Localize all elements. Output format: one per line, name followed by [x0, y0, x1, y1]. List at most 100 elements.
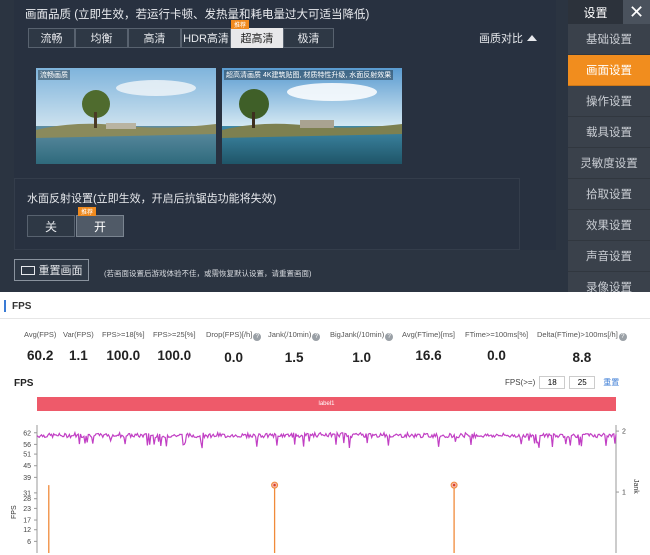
water-reflection-title: 水面反射设置(立即生效，开启后抗锯齿功能将失效) — [27, 193, 277, 205]
preview-ultra-label: 超高清画质 4K建筑贴图, 材质特性升级, 水面反射效果 — [224, 70, 394, 80]
preview-smooth-label: 流畅画质 — [38, 70, 70, 80]
menu-item-pickup[interactable]: 拾取设置 — [568, 179, 650, 210]
stat-fps-18: FPS>=18[%] 100.0 — [102, 330, 145, 363]
quality-option-ultra-hd[interactable]: 超高清 — [231, 28, 283, 48]
water-reflection-off-button[interactable]: 关 — [27, 215, 75, 237]
chevron-up-icon — [527, 35, 537, 41]
recommend-tag: 推荐 — [231, 20, 249, 29]
menu-item-sensitivity[interactable]: 灵敏度设置 — [568, 148, 650, 179]
stat-var-fps: Var(FPS) 1.1 — [63, 330, 94, 363]
water-reflection-on-button[interactable]: 开 — [76, 215, 124, 237]
stat-label: BigJank(/10min)? — [330, 330, 394, 341]
y-tick-label: 56 — [23, 442, 31, 449]
stat-value: 8.8 — [572, 350, 592, 365]
preview-smooth-image: 流畅画质 — [36, 68, 216, 164]
stat-label: FPS>=25[%] — [153, 330, 196, 339]
stat-value: 60.2 — [27, 348, 54, 363]
jank-marker-dot — [273, 483, 276, 487]
y-tick-label: 17 — [23, 518, 31, 525]
quality-option-hdr[interactable]: HDR高清 — [181, 28, 231, 48]
help-icon[interactable]: ? — [253, 333, 262, 341]
stat-label: Avg(FPS) — [24, 330, 57, 339]
label-bar[interactable]: label1 — [37, 397, 616, 411]
stat-label: FPS>=18[%] — [102, 330, 145, 339]
quality-compare-label: 画质对比 — [479, 33, 523, 45]
y2-tick-label: 2 — [622, 429, 626, 436]
stat-value: 100.0 — [157, 348, 192, 363]
menu-item-basic[interactable]: 基础设置 — [568, 24, 650, 55]
fps-threshold-input-1[interactable] — [539, 376, 566, 389]
fps-report: FPS Avg(FPS) 60.2 Var(FPS) 1.1 FPS>=18[%… — [0, 292, 650, 555]
stat-avg-ftime: Avg(FTime)[ms] 16.6 — [402, 330, 455, 363]
menu-item-graphics[interactable]: 画面设置 — [568, 55, 650, 86]
stat-ftime-100: FTime>=100ms[%] 0.0 — [465, 330, 528, 363]
quality-option-balanced[interactable]: 均衡 — [75, 28, 128, 48]
stat-bigjank: BigJank(/10min)? 1.0 — [330, 330, 394, 365]
y-tick-label: 31 — [23, 490, 31, 497]
stat-label: FTime>=100ms[%] — [465, 330, 529, 339]
quality-compare-toggle[interactable]: 画质对比 — [479, 30, 537, 46]
close-icon[interactable]: ✕ — [623, 0, 650, 24]
fps-chart-title: FPS — [14, 378, 34, 389]
y-axis-label: FPS — [11, 505, 18, 519]
fps-section-title: FPS — [12, 300, 32, 312]
fps-threshold-input-2[interactable] — [569, 376, 596, 389]
stat-value: 0.0 — [224, 350, 244, 365]
quality-header: 画面品质 (立即生效，若运行卡顿、发热量和耗电量过大可适当降低) — [25, 9, 370, 21]
jank-marker-dot — [452, 483, 456, 487]
stat-value: 100.0 — [106, 348, 141, 363]
stat-label: Jank(/10min)? — [268, 330, 321, 341]
y-tick-label: 12 — [23, 527, 31, 534]
stat-value: 1.0 — [352, 350, 371, 365]
stat-label: Delta(FTime)>100ms[/h]? — [537, 330, 627, 341]
help-icon[interactable]: ? — [618, 333, 627, 341]
y2-axis-label: Jank — [632, 479, 639, 494]
stat-value: 16.6 — [415, 348, 442, 363]
y-tick-label: 62 — [23, 430, 31, 437]
help-icon[interactable]: ? — [385, 333, 394, 341]
section-accent-bar — [4, 300, 6, 312]
stat-jank: Jank(/10min)? 1.5 — [268, 330, 321, 365]
preview-ultra-image: 超高清画质 4K建筑贴图, 材质特性升级, 水面反射效果 — [222, 68, 402, 164]
stat-value: 1.5 — [284, 350, 304, 365]
menu-item-controls[interactable]: 操作设置 — [568, 86, 650, 117]
reset-hint: (若画面设置后游戏体验不佳，或需恢复默认设置，请重置画面) — [104, 269, 312, 278]
stat-drop-fps: Drop(FPS)[/h]? 0.0 — [206, 330, 262, 365]
menu-item-sound[interactable]: 声音设置 — [568, 241, 650, 272]
reset-link[interactable]: 重置 — [603, 377, 619, 388]
help-icon[interactable]: ? — [312, 333, 321, 341]
settings-menu-header: 设置 ✕ — [568, 0, 650, 24]
stat-label: Var(FPS) — [63, 330, 94, 339]
preview-smooth-scene — [36, 68, 216, 164]
stat-label: Avg(FTime)[ms] — [402, 330, 455, 339]
y2-tick-label: 1 — [622, 490, 626, 497]
fps-section-header: FPS — [4, 298, 31, 314]
preview-ultra-scene — [222, 68, 402, 164]
game-settings-panel: 画面品质 (立即生效，若运行卡顿、发热量和耗电量过大可适当降低) 流畅 均衡 高… — [0, 0, 650, 292]
stat-delta-ftime: Delta(FTime)>100ms[/h]? 8.8 — [537, 330, 627, 365]
fps-threshold-label: FPS(>=) — [505, 378, 536, 387]
stat-value: 1.1 — [68, 348, 88, 363]
settings-title: 设置 — [583, 5, 608, 20]
y-tick-label: 51 — [23, 452, 31, 459]
settings-menu: 设置 ✕ 基础设置 画面设置 操作设置 载具设置 灵敏度设置 拾取设置 效果设置… — [568, 0, 650, 292]
quality-option-smooth[interactable]: 流畅 — [28, 28, 75, 48]
stat-label: Drop(FPS)[/h]? — [206, 330, 262, 341]
y-tick-label: 6 — [27, 539, 31, 546]
menu-item-vehicle[interactable]: 载具设置 — [568, 117, 650, 148]
y-tick-label: 23 — [23, 506, 31, 513]
menu-item-recording[interactable]: 录像设置 — [568, 272, 650, 292]
y-tick-label: 45 — [23, 463, 31, 470]
stat-avg-fps: Avg(FPS) 60.2 — [24, 330, 56, 363]
reset-icon — [20, 265, 35, 275]
reset-graphics-button[interactable]: 重置画面 — [14, 259, 89, 281]
fps-threshold-controls: FPS(>=) 重置 — [505, 376, 619, 389]
quality-option-extreme[interactable]: 极清 — [283, 28, 334, 48]
quality-option-hd[interactable]: 高清 — [128, 28, 181, 48]
y-tick-label: 39 — [23, 475, 31, 482]
fps-series-line — [36, 430, 617, 449]
fps-chart: 61217232831394551566212FPSJank — [11, 425, 639, 553]
stat-fps-25: FPS>=25[%] 100.0 — [153, 330, 196, 363]
divider — [0, 318, 650, 319]
menu-item-effects[interactable]: 效果设置 — [568, 210, 650, 241]
